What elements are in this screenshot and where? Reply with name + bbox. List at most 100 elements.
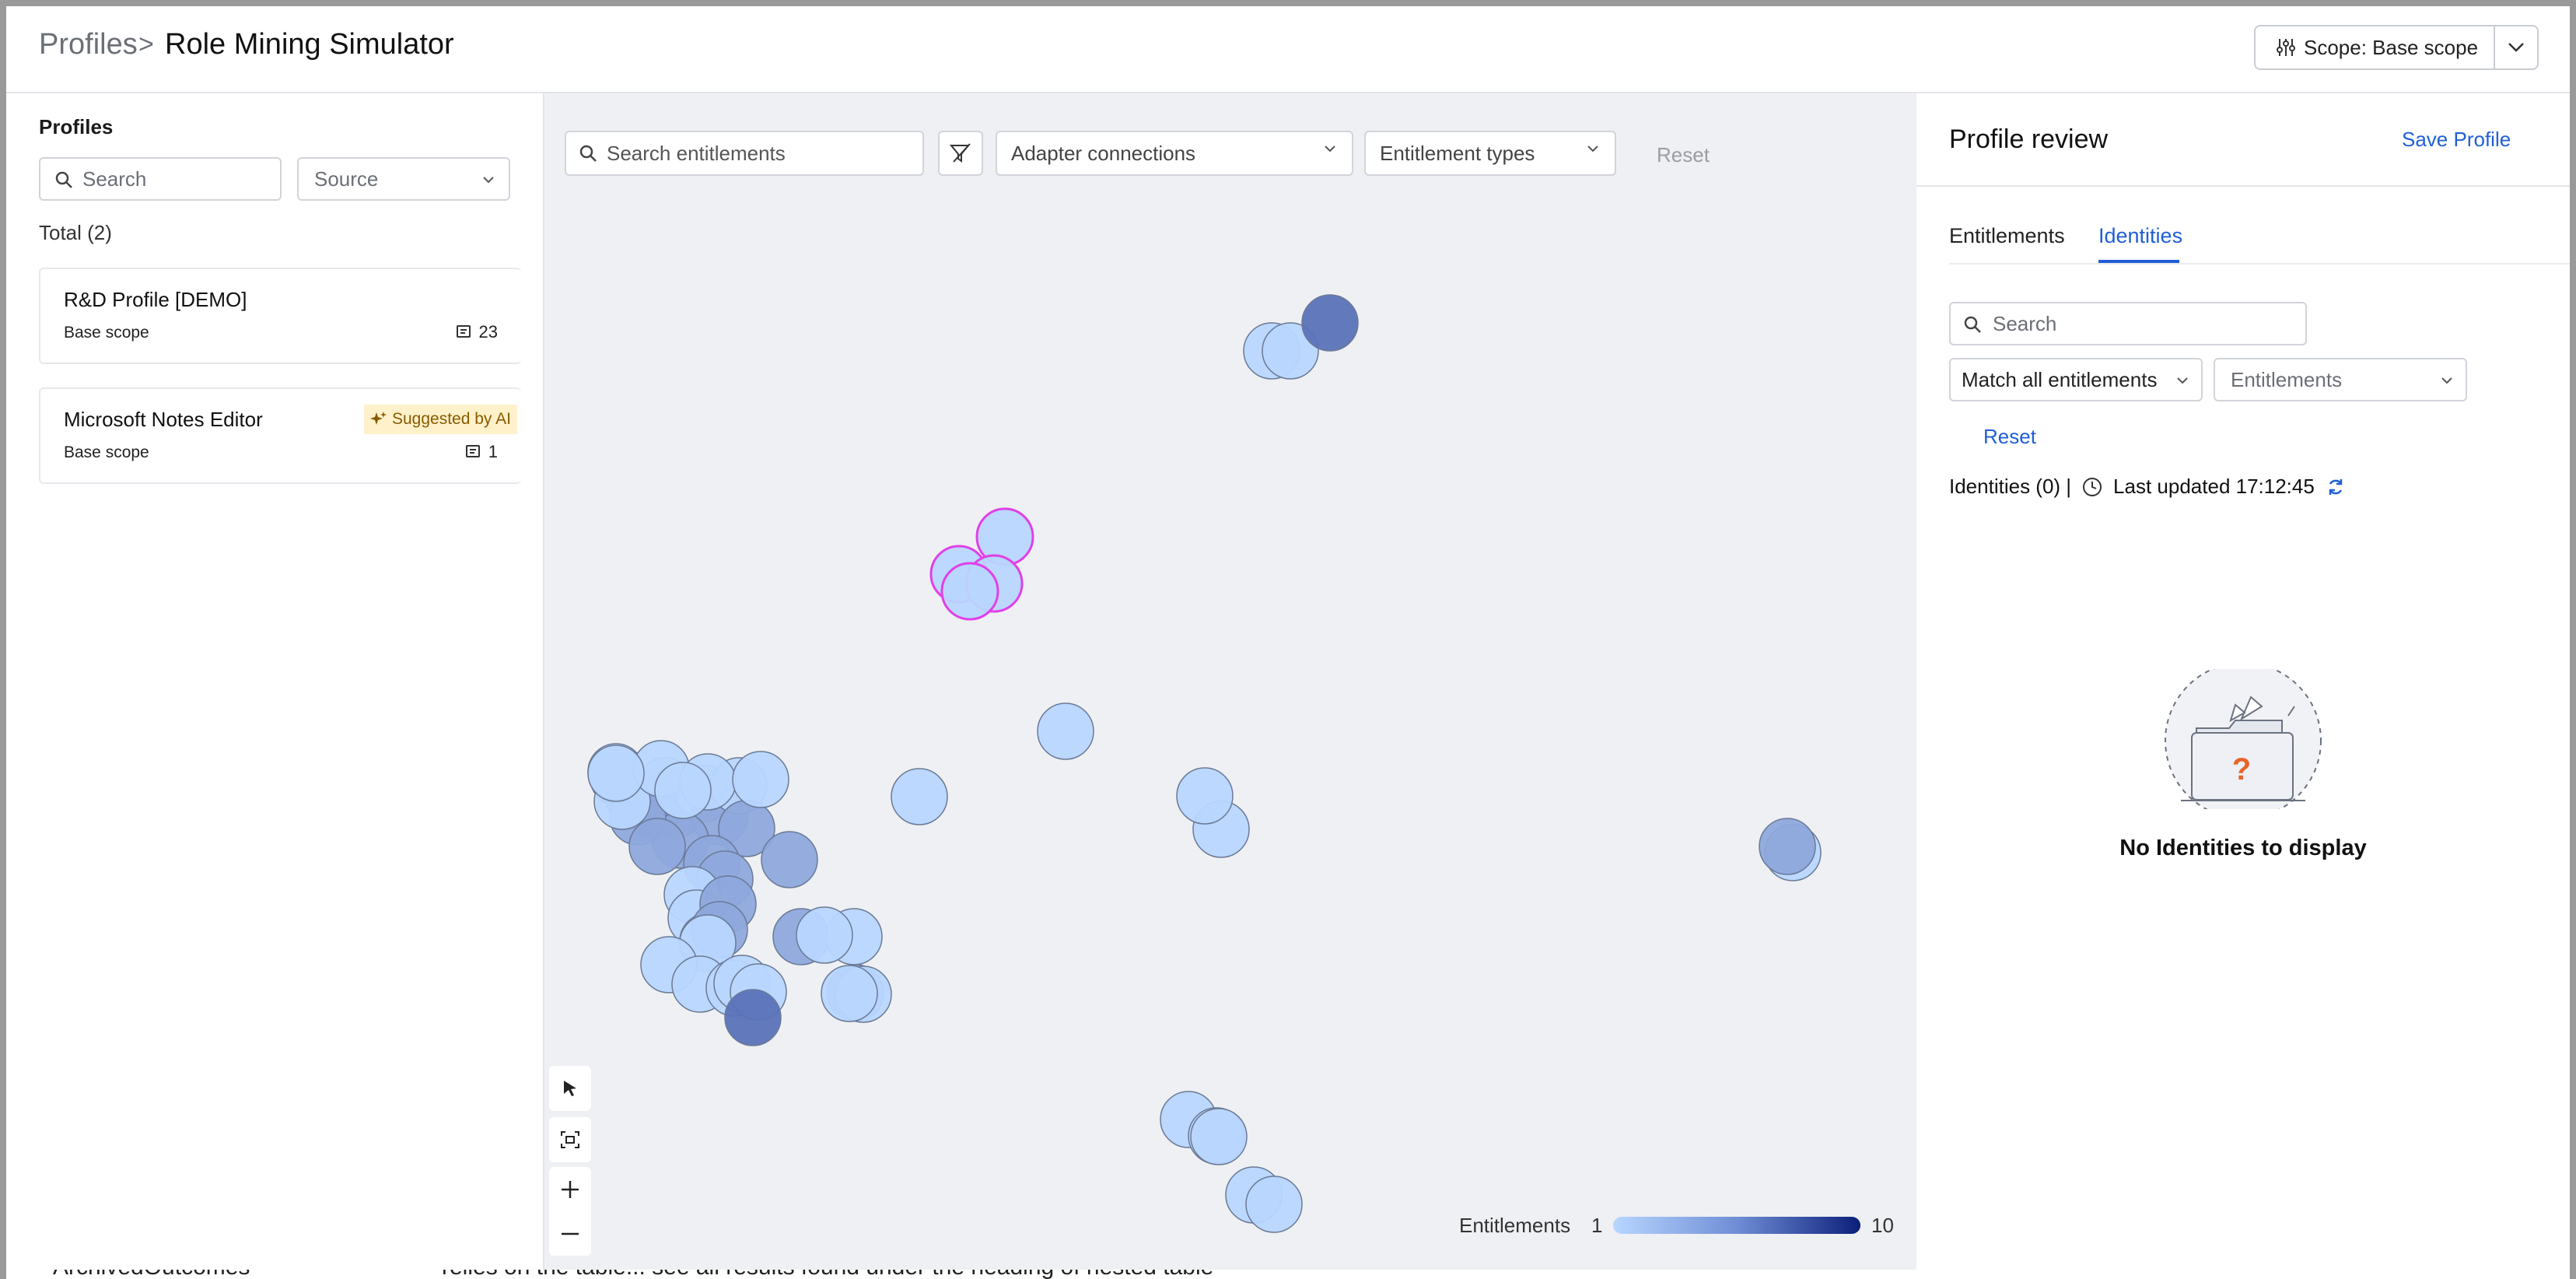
- entitlement-node[interactable]: [587, 745, 645, 802]
- entitlement-search-input[interactable]: Search entitlements: [565, 131, 924, 176]
- match-mode-label: Match all entitlements: [1962, 367, 2158, 391]
- refresh-icon[interactable]: [2326, 477, 2346, 497]
- select-tool-button[interactable]: [549, 1066, 591, 1111]
- empty-folder-illustration: ?: [2165, 669, 2322, 809]
- ai-badge-label: Suggested by AI: [392, 410, 511, 428]
- entitlement-node[interactable]: [821, 965, 878, 1022]
- pointer-icon: [564, 1081, 576, 1096]
- profile-card-scope: Base scope: [64, 324, 149, 342]
- selected-entitlement-node[interactable]: [940, 562, 999, 621]
- entitlement-node[interactable]: [1301, 294, 1359, 352]
- chevron-down-icon: [1587, 145, 1598, 152]
- filter-button[interactable]: [938, 131, 983, 176]
- chevron-down-icon: [2441, 377, 2452, 384]
- fit-screen-icon: [561, 1131, 579, 1148]
- legend-min: 1: [1591, 1214, 1603, 1237]
- profile-card-count: 23: [456, 322, 498, 342]
- sparkle-icon: [370, 412, 387, 425]
- entitlement-node[interactable]: [732, 751, 789, 808]
- ai-suggested-badge: Suggested by AI: [364, 405, 517, 434]
- page-title: Role Mining Simulator: [165, 28, 454, 61]
- list-icon: [465, 445, 480, 457]
- search-icon: [579, 145, 597, 162]
- list-icon: [456, 325, 471, 338]
- empty-state-text: No Identities to display: [2119, 836, 2367, 860]
- profile-card-count: 1: [465, 442, 498, 462]
- graph-canvas[interactable]: Search entitlements Adapter connections …: [544, 93, 1916, 1270]
- profiles-total: Total (2): [39, 221, 112, 244]
- identities-count: Identities (0) |: [1949, 475, 2072, 498]
- entitlement-node[interactable]: [1037, 703, 1094, 760]
- entitlement-search-placeholder: Search entitlements: [607, 141, 786, 165]
- zoom-out-icon[interactable]: [560, 1224, 580, 1244]
- page-header: Profiles > Role Mining Simulator Scope: …: [6, 6, 2570, 93]
- profile-card-scope: Base scope: [64, 443, 149, 461]
- profile-card-count-value: 23: [478, 322, 498, 342]
- profile-card[interactable]: R&D Profile [DEMO] Base scope 23: [39, 268, 521, 364]
- scope-label: Scope: Base scope: [2304, 35, 2479, 59]
- tabs-divider: [1949, 263, 2570, 265]
- profiles-search-placeholder: Search: [82, 166, 147, 191]
- profiles-search-input[interactable]: Search: [39, 157, 282, 201]
- profile-review-panel: Profile review Save Profile Entitlements…: [1916, 93, 2570, 1270]
- entitlement-types-select[interactable]: Entitlement types: [1364, 131, 1616, 176]
- tab-entitlements[interactable]: Entitlements: [1949, 224, 2065, 248]
- entitlement-graph[interactable]: [544, 93, 1916, 1270]
- entitlement-node[interactable]: [761, 831, 818, 888]
- identities-search-placeholder: Search: [1993, 311, 2057, 335]
- chevron-down-icon: [483, 177, 494, 184]
- search-icon: [55, 171, 72, 188]
- fit-view-button[interactable]: [549, 1117, 591, 1162]
- entitlement-node[interactable]: [1759, 818, 1816, 875]
- chevron-down-icon: [2508, 43, 2524, 52]
- entitlement-types-label: Entitlement types: [1380, 141, 1535, 165]
- profile-card-name: Microsoft Notes Editor: [64, 408, 263, 431]
- entitlement-node[interactable]: [628, 818, 686, 875]
- identities-reset-button[interactable]: Reset: [1983, 425, 2036, 449]
- adapter-connections-label: Adapter connections: [1011, 141, 1196, 165]
- entitlement-node[interactable]: [654, 762, 712, 819]
- search-icon: [1964, 316, 1981, 333]
- legend-gradient-bar: [1613, 1217, 1860, 1234]
- save-profile-button[interactable]: Save Profile: [2402, 128, 2511, 152]
- panel-divider: [1916, 185, 2570, 187]
- legend-label: Entitlements: [1459, 1214, 1571, 1237]
- profiles-panel: Profiles Search Source Total (2) R&D Pro…: [6, 93, 544, 1270]
- profile-card[interactable]: Microsoft Notes Editor Suggested by AI B…: [39, 387, 521, 484]
- legend-max: 10: [1871, 1214, 1894, 1237]
- scope-button[interactable]: Scope: Base scope: [2254, 25, 2495, 70]
- source-select-label: Source: [314, 166, 379, 191]
- entitlement-node[interactable]: [724, 989, 782, 1046]
- entitlement-node[interactable]: [1190, 1108, 1248, 1165]
- profile-review-title: Profile review: [1949, 124, 2109, 154]
- profile-card-name: R&D Profile [DEMO]: [64, 288, 247, 311]
- clock-icon: [2083, 477, 2102, 496]
- active-tab-indicator: [2098, 260, 2179, 263]
- source-select[interactable]: Source: [297, 157, 510, 201]
- entitlements-filter-select[interactable]: Entitlements: [2214, 358, 2467, 401]
- identities-search-input[interactable]: Search: [1949, 302, 2307, 345]
- entitlement-node[interactable]: [1176, 767, 1234, 825]
- match-mode-select[interactable]: Match all entitlements: [1949, 358, 2203, 401]
- tab-identities[interactable]: Identities: [2098, 224, 2182, 248]
- chevron-down-icon: [2177, 377, 2188, 384]
- adapter-connections-select[interactable]: Adapter connections: [996, 131, 1353, 176]
- entitlements-filter-label: Entitlements: [2231, 367, 2343, 391]
- chevron-down-icon: [1325, 145, 1335, 152]
- breadcrumb-separator: >: [138, 30, 154, 59]
- zoom-in-icon[interactable]: [560, 1179, 580, 1200]
- sliders-icon: [2277, 39, 2295, 56]
- zoom-controls: [549, 1167, 591, 1256]
- last-updated-text: Last updated 17:12:45: [2113, 475, 2315, 498]
- entitlement-node[interactable]: [891, 768, 948, 825]
- profile-card-count-value: 1: [488, 442, 498, 461]
- scope-dropdown-button[interactable]: [2494, 25, 2539, 70]
- entitlement-node[interactable]: [1245, 1176, 1303, 1233]
- breadcrumb-profiles[interactable]: Profiles: [39, 28, 138, 61]
- svg-text:?: ?: [2232, 752, 2251, 787]
- identities-status-row: Identities (0) | Last updated 17:12:45: [1949, 475, 2346, 499]
- canvas-reset-button[interactable]: Reset: [1657, 143, 1710, 167]
- entitlement-node[interactable]: [796, 906, 853, 964]
- profiles-panel-title: Profiles: [39, 115, 114, 138]
- app-window: Profiles > Role Mining Simulator Scope: …: [6, 6, 2570, 1270]
